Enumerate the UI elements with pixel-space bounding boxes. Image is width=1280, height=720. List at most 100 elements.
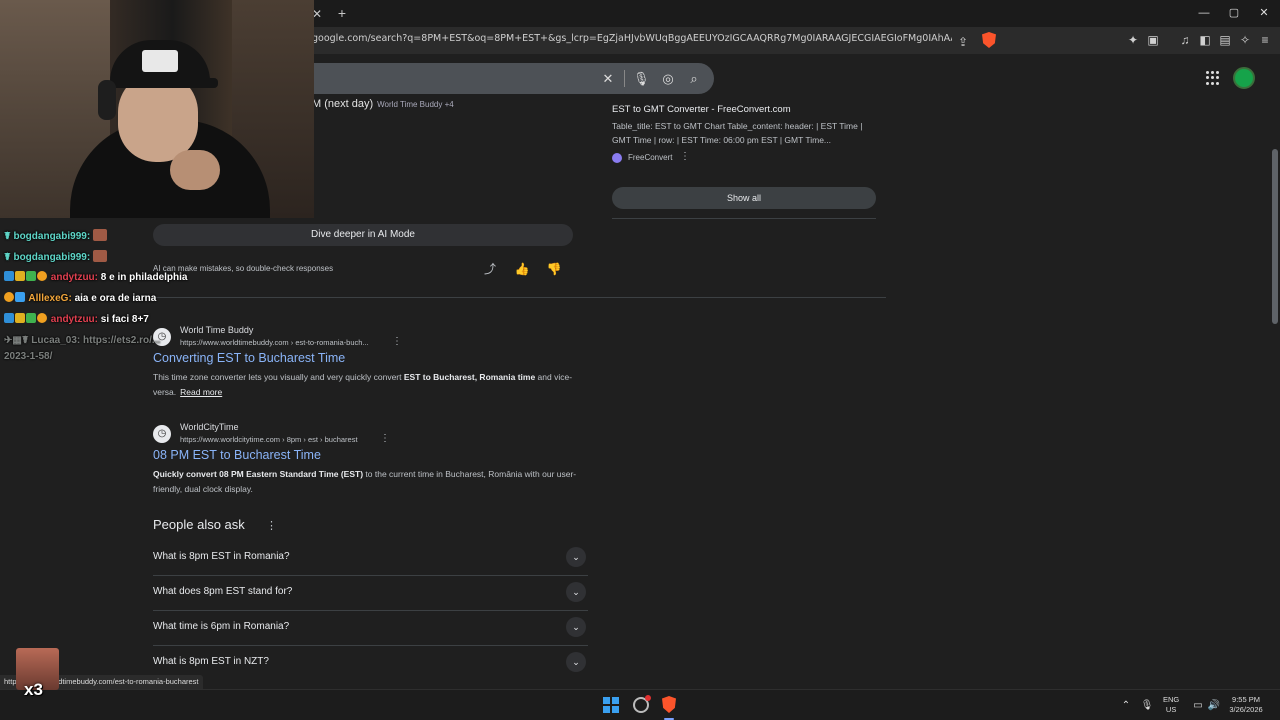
chevron-down-icon[interactable]: ⌄: [566, 547, 586, 567]
number-badge-icon: [37, 271, 47, 281]
more-options-icon[interactable]: ⋮: [392, 336, 402, 347]
media-icon[interactable]: ♫: [1177, 32, 1193, 48]
chat-username: bogdangabi999:: [13, 231, 91, 242]
volume-icon[interactable]: 🔊: [1207, 699, 1221, 713]
snippet-bold: EST to Bucharest, Romania time: [403, 372, 536, 382]
chat-username: andytzuu:: [50, 314, 98, 325]
show-all-button[interactable]: Show all: [612, 187, 876, 209]
paa-question[interactable]: What is 8pm EST in Romania? ⌄: [153, 541, 588, 576]
headphones: [98, 80, 116, 120]
read-more-link[interactable]: Read more: [180, 387, 222, 397]
menu-icon[interactable]: ≡: [1257, 32, 1273, 48]
page-scrollbar[interactable]: [1270, 54, 1280, 674]
chat-message: andytzuu: 8 e in philadelphia: [4, 271, 187, 283]
chat-username: Lucaa_03:: [31, 335, 81, 346]
account-avatar[interactable]: [1233, 67, 1255, 89]
tab-groups-icon[interactable]: ▣: [1145, 32, 1161, 48]
maximize-button[interactable]: ▢: [1223, 5, 1245, 21]
paa-question[interactable]: What does 8pm EST stand for? ⌄: [153, 576, 588, 611]
clock-date: 3/26/2026: [1229, 705, 1263, 714]
sub-badge-icon: [26, 271, 36, 281]
more-options-icon[interactable]: ⋮: [266, 519, 277, 532]
url-text[interactable]: google.com/search?q=8PM+EST&oq=8PM+EST+&…: [312, 33, 952, 44]
network-icon[interactable]: ▭: [1191, 699, 1205, 713]
share-icon[interactable]: ⤴: [482, 261, 498, 277]
result-snippet: This time zone converter lets you visual…: [153, 370, 583, 400]
system-clock[interactable]: 9:55 PM 3/26/2026: [1226, 695, 1266, 715]
voice-search-icon[interactable]: 🎙: [633, 71, 650, 87]
people-also-ask-heading: People also ask: [153, 517, 245, 532]
address-bar[interactable]: google.com/search?q=8PM+EST&oq=8PM+EST+&…: [300, 29, 1000, 51]
ai-snippet-text: M (next day): [312, 98, 374, 110]
region-code: US: [1165, 705, 1177, 714]
chat-username: andytzuu:: [50, 272, 98, 283]
new-tab-button[interactable]: +: [334, 5, 350, 21]
cap-logo: [142, 50, 178, 72]
chat-message: ✈▦☤ Lucaa_03: https://ets2.ro/...: [4, 335, 160, 346]
extensions-icon[interactable]: ✦: [1125, 32, 1141, 48]
wallet-icon[interactable]: ▤: [1217, 32, 1233, 48]
leo-ai-icon[interactable]: ✧: [1237, 32, 1253, 48]
chat-emote: [93, 250, 108, 262]
snippet-text: This time zone converter lets you visual…: [153, 372, 404, 382]
chevron-down-icon[interactable]: ⌄: [566, 617, 586, 637]
search-icon[interactable]: ⌕: [686, 71, 702, 87]
close-window-button[interactable]: ✕: [1253, 5, 1275, 21]
search-divider: [624, 70, 625, 87]
microphone-icon[interactable]: 🎙: [1140, 699, 1154, 713]
more-options-icon[interactable]: ⋮: [380, 433, 390, 444]
source-card-title[interactable]: EST to GMT Converter - FreeConvert.com: [612, 104, 791, 115]
number-badge-icon: [37, 313, 47, 323]
search-result: ◷ WorldCityTime https://www.worldcitytim…: [153, 422, 583, 497]
paa-question[interactable]: What is 8pm EST in NZT? ⌄: [153, 646, 588, 681]
ai-snippet-source[interactable]: World Time Buddy +4: [377, 100, 454, 109]
chat-badge-icon: [4, 271, 14, 281]
brave-browser-icon[interactable]: [662, 696, 676, 713]
chat-message: andytzuu: si faci 8+7: [4, 313, 149, 325]
google-apps-icon[interactable]: [1206, 71, 1220, 85]
chat-badge-icon: [4, 313, 14, 323]
windows-start-icon[interactable]: [603, 697, 619, 713]
chat-message: ☤ bogdangabi999:: [4, 250, 108, 263]
share-icon[interactable]: ⇪: [955, 34, 971, 50]
webcam-overlay: [0, 0, 314, 218]
result-site-name[interactable]: WorldCityTime: [180, 422, 239, 432]
chat-text: aia e ora de iarna: [74, 293, 157, 304]
result-snippet: Quickly convert 08 PM Eastern Standard T…: [153, 467, 583, 497]
emote-combo-count: x3: [24, 680, 43, 699]
source-card-site: FreeConvert: [628, 153, 673, 162]
chevron-down-icon[interactable]: ⌄: [566, 582, 586, 602]
sub-badge-icon: [26, 313, 36, 323]
input-language[interactable]: ENG US: [1163, 695, 1179, 715]
chat-message: ☤ bogdangabi999:: [4, 229, 108, 242]
chat-message-continued: 2023-1-58/: [4, 351, 52, 362]
thumbs-down-icon[interactable]: 👎: [546, 261, 562, 277]
clock-time: 9:55 PM: [1232, 695, 1260, 704]
chevron-down-icon[interactable]: ⌄: [566, 652, 586, 672]
freeconvert-favicon: [612, 153, 622, 163]
paa-question-text[interactable]: What is 8pm EST in Romania?: [153, 551, 290, 562]
minimize-button[interactable]: —: [1193, 5, 1215, 21]
chat-text: https://ets2.ro/...: [83, 335, 161, 346]
paa-question[interactable]: What time is 6pm in Romania? ⌄: [153, 611, 588, 646]
scrollbar-thumb[interactable]: [1272, 149, 1278, 324]
notification-dot: [645, 695, 651, 701]
source-card-divider: [612, 218, 876, 219]
clear-search-icon[interactable]: ✕: [600, 71, 616, 87]
more-options-icon[interactable]: ⋮: [680, 151, 690, 162]
streamer-cap-brim: [170, 78, 218, 88]
paa-question-text[interactable]: What time is 6pm in Romania?: [153, 621, 289, 632]
thumbs-up-icon[interactable]: 👍: [514, 261, 530, 277]
paa-question-text[interactable]: What does 8pm EST stand for?: [153, 586, 292, 597]
windows-taskbar: ⌃ 🎙 ENG US ▭ 🔊 9:55 PM 3/26/2026: [0, 689, 1280, 720]
sidebar-icon[interactable]: ◧: [1197, 32, 1213, 48]
chevron-up-icon[interactable]: ⌃: [1119, 699, 1133, 713]
search-input[interactable]: ✕ 🎙 ◎ ⌕: [300, 63, 714, 94]
result-title[interactable]: 08 PM EST to Bucharest Time: [153, 448, 321, 462]
paa-question-text[interactable]: What is 8pm EST in NZT?: [153, 656, 269, 667]
chat-message: AlllexeG: aia e ora de iarna: [4, 292, 156, 304]
crown-badge-icon: [15, 271, 25, 281]
stream-chat: ☤ bogdangabi999: ☤ bogdangabi999: andytz…: [0, 204, 300, 364]
lens-icon[interactable]: ◎: [660, 71, 676, 87]
result-url[interactable]: https://www.worldcitytime.com › 8pm › es…: [180, 435, 358, 444]
